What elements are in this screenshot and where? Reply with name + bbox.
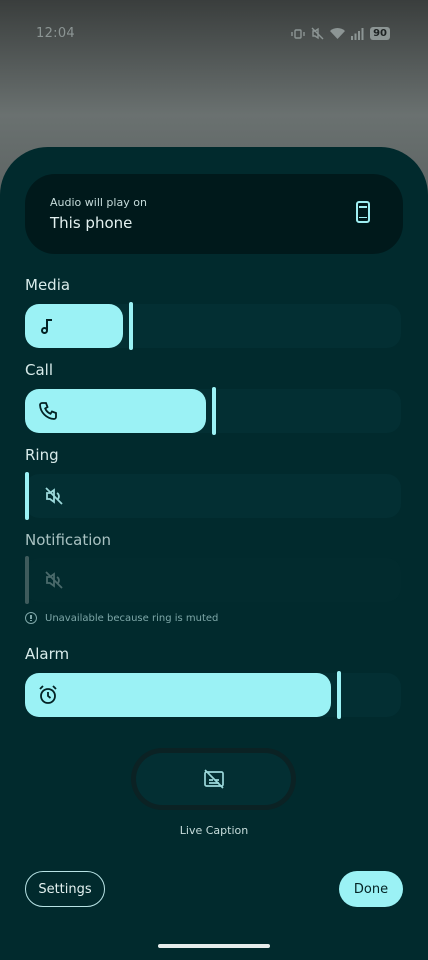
slider-label-media: Media [25,276,71,294]
home-indicator[interactable] [158,944,270,948]
status-time: 12:04 [36,26,75,41]
battery-icon: 90 [370,27,390,40]
output-device: This phone [50,214,133,232]
call-slider-handle[interactable] [212,387,216,435]
media-slider-handle[interactable] [129,302,133,350]
output-subtitle: Audio will play on [50,196,147,209]
done-button[interactable]: Done [339,871,403,907]
volume-off-icon [43,485,65,507]
slider-label-notification: Notification [25,531,112,549]
volume-panel: Audio will play on This phone Media Call… [0,147,428,960]
phone-call-icon [37,400,59,422]
phone-icon [356,201,370,223]
alarm-icon [37,684,59,706]
alarm-volume-slider[interactable] [25,671,401,719]
status-icons: 90 [291,27,390,40]
output-switcher[interactable]: Audio will play on This phone [25,174,403,254]
volume-off-icon [43,569,65,591]
notification-volume-slider [25,556,401,604]
info-alert-icon [25,612,37,624]
ring-slider-handle[interactable] [25,472,29,520]
slider-label-ring: Ring [25,446,59,464]
media-volume-slider[interactable] [25,302,401,350]
live-caption-button[interactable] [136,753,291,805]
live-caption-label: Live Caption [179,824,249,837]
slider-label-alarm: Alarm [25,645,70,663]
signal-icon [351,27,364,40]
alarm-slider-handle[interactable] [337,671,341,719]
notification-slider-handle [25,556,29,604]
alarm-slider-fill [25,673,331,717]
live-caption-icon [203,769,224,789]
vibrate-icon [291,28,305,39]
mute-icon [311,27,324,40]
settings-button[interactable]: Settings [25,871,105,907]
slider-label-call: Call [25,361,54,379]
notification-unavailable-note: Unavailable because ring is muted [25,612,218,624]
status-bar: 12:04 90 [0,0,428,70]
notification-note-text: Unavailable because ring is muted [45,612,219,624]
call-volume-slider[interactable] [25,387,401,435]
ring-volume-slider[interactable] [25,472,401,520]
wifi-icon [330,27,346,39]
music-note-icon [37,315,59,337]
